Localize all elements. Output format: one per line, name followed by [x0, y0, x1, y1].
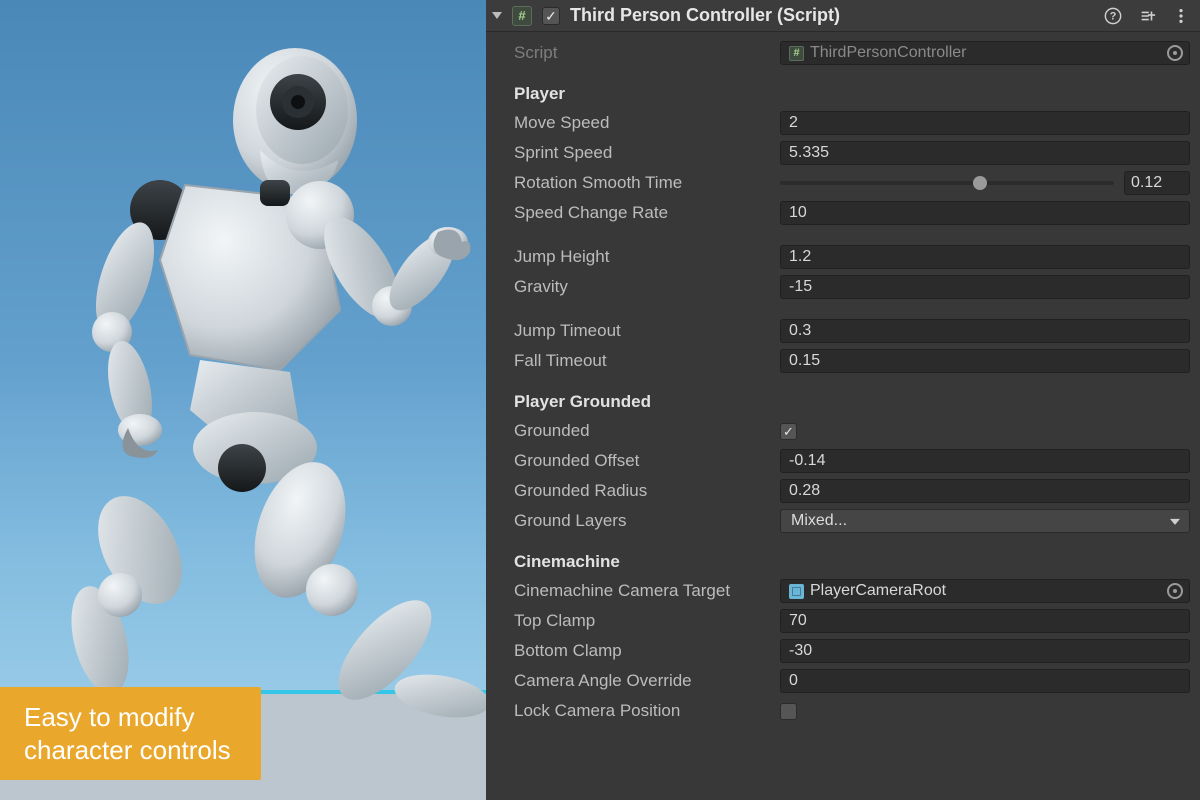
script-value: ThirdPersonController [810, 44, 967, 62]
top-clamp-field[interactable]: 70 [780, 609, 1190, 633]
grounded-label: Grounded [514, 421, 772, 441]
fall-timeout-label: Fall Timeout [514, 351, 772, 371]
bottom-clamp-label: Bottom Clamp [514, 641, 772, 661]
speed-change-rate-field[interactable]: 10 [780, 201, 1190, 225]
top-clamp-label: Top Clamp [514, 611, 772, 631]
rotation-smooth-label: Rotation Smooth Time [514, 173, 772, 193]
grounded-radius-field[interactable]: 0.28 [780, 479, 1190, 503]
lock-camera-pos-label: Lock Camera Position [514, 701, 772, 721]
grounded-offset-label: Grounded Offset [514, 451, 772, 471]
gameobject-icon [789, 584, 804, 599]
ground-layers-label: Ground Layers [514, 511, 772, 531]
preset-icon[interactable] [1138, 7, 1156, 25]
preview-caption: Easy to modify character controls [0, 687, 261, 780]
foldout-arrow-icon[interactable] [492, 12, 502, 19]
gravity-label: Gravity [514, 277, 772, 297]
cm-target-label: Cinemachine Camera Target [514, 581, 772, 601]
bottom-clamp-field[interactable]: -30 [780, 639, 1190, 663]
camera-angle-override-label: Camera Angle Override [514, 671, 772, 691]
caption-line: Easy to modify [24, 701, 231, 734]
context-menu-icon[interactable] [1172, 7, 1190, 25]
svg-text:?: ? [1110, 10, 1117, 22]
help-icon[interactable]: ? [1104, 7, 1122, 25]
sprint-speed-field[interactable]: 5.335 [780, 141, 1190, 165]
object-picker-icon[interactable] [1167, 45, 1183, 61]
jump-timeout-field[interactable]: 0.3 [780, 319, 1190, 343]
fall-timeout-field[interactable]: 0.15 [780, 349, 1190, 373]
gravity-field[interactable]: -15 [780, 275, 1190, 299]
camera-angle-override-field[interactable]: 0 [780, 669, 1190, 693]
robot-character [0, 10, 486, 770]
section-player: Player [514, 84, 1190, 104]
rotation-smooth-field[interactable]: 0.12 [1124, 171, 1190, 195]
grounded-offset-field[interactable]: -0.14 [780, 449, 1190, 473]
scene-preview: Easy to modify character controls [0, 0, 486, 800]
jump-timeout-label: Jump Timeout [514, 321, 772, 341]
caption-line: character controls [24, 734, 231, 767]
jump-height-label: Jump Height [514, 247, 772, 267]
lock-camera-pos-checkbox[interactable]: ✓ [780, 703, 797, 720]
move-speed-field[interactable]: 2 [780, 111, 1190, 135]
speed-change-rate-label: Speed Change Rate [514, 203, 772, 223]
cm-target-value: PlayerCameraRoot [810, 582, 946, 600]
section-player-grounded: Player Grounded [514, 392, 1190, 412]
component-title: Third Person Controller (Script) [570, 5, 1094, 26]
slider-knob[interactable] [973, 176, 987, 190]
script-label: Script [514, 43, 772, 63]
grounded-checkbox[interactable]: ✓ [780, 423, 797, 440]
script-asset-icon: # [789, 46, 804, 61]
move-speed-label: Move Speed [514, 113, 772, 133]
sprint-speed-label: Sprint Speed [514, 143, 772, 163]
enabled-checkbox[interactable]: ✓ [542, 7, 560, 25]
script-icon: # [512, 6, 532, 26]
grounded-radius-label: Grounded Radius [514, 481, 772, 501]
ground-layers-dropdown[interactable]: Mixed... [780, 509, 1190, 533]
object-picker-icon[interactable] [1167, 583, 1183, 599]
jump-height-field[interactable]: 1.2 [780, 245, 1190, 269]
section-cinemachine: Cinemachine [514, 552, 1190, 572]
component-header[interactable]: # ✓ Third Person Controller (Script) ? [486, 0, 1200, 32]
script-field[interactable]: # ThirdPersonController [780, 41, 1190, 65]
cm-target-field[interactable]: PlayerCameraRoot [780, 579, 1190, 603]
rotation-smooth-slider[interactable] [780, 181, 1114, 185]
inspector-panel: # ✓ Third Person Controller (Script) ? S… [486, 0, 1200, 800]
